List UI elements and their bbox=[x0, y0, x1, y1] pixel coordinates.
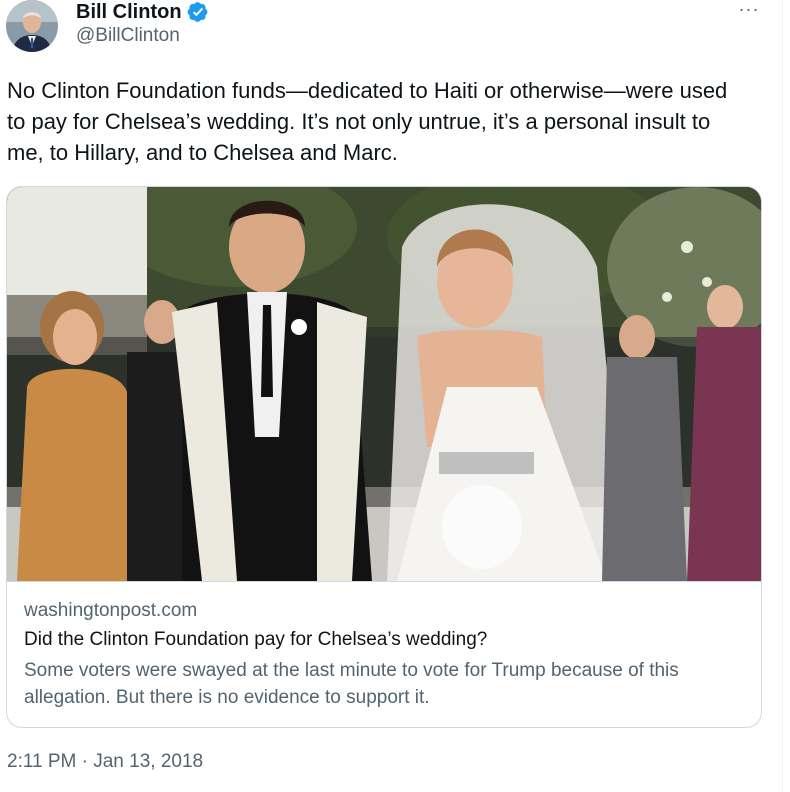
display-name-text: Bill Clinton bbox=[76, 1, 182, 23]
verified-badge-icon bbox=[187, 2, 207, 22]
card-description: Some voters were swayed at the last minu… bbox=[24, 660, 679, 708]
tweet-timestamp[interactable]: 2:11 PM · Jan 13, 2018 bbox=[7, 750, 203, 774]
tweet-text: No Clinton Foundation funds—dedicated to… bbox=[7, 78, 728, 165]
link-preview-card[interactable]: washingtonpost.com Did the Clinton Found… bbox=[6, 186, 762, 728]
timeline-border bbox=[782, 0, 783, 792]
avatar[interactable] bbox=[6, 0, 58, 52]
user-handle[interactable]: @BillClinton bbox=[76, 24, 180, 48]
card-title: Did the Clinton Foundation pay for Chels… bbox=[24, 629, 488, 650]
tweet-page: Bill Clinton @BillClinton ··· No Clinton… bbox=[0, 0, 790, 792]
avatar-image bbox=[6, 0, 58, 52]
card-image bbox=[7, 187, 761, 582]
ellipsis-icon: ··· bbox=[738, 0, 760, 19]
card-domain: washingtonpost.com bbox=[24, 600, 198, 621]
display-name[interactable]: Bill Clinton bbox=[76, 0, 209, 24]
more-options-button[interactable]: ··· bbox=[735, 0, 763, 20]
